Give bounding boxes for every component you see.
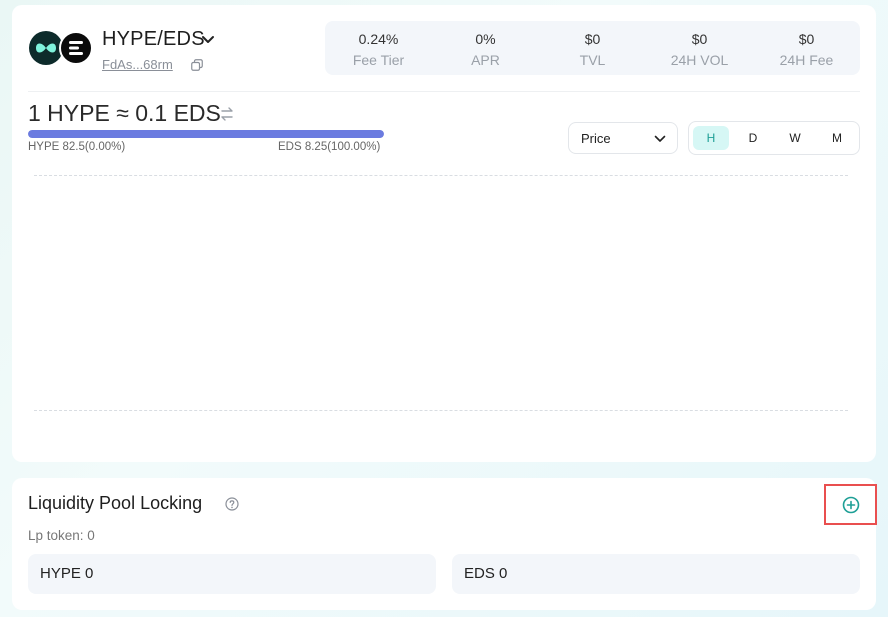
stat-value: 0.24% <box>358 31 399 47</box>
chart-type-value: Price <box>581 131 611 146</box>
stat-value: $0 <box>798 31 815 47</box>
stat-label: APR <box>471 52 500 68</box>
stat-value: $0 <box>691 31 708 47</box>
stat-label: TVL <box>579 52 606 68</box>
stat-apr: 0% APR <box>432 21 539 75</box>
chart-gridline <box>34 175 848 176</box>
price-ratio: 1 HYPE ≈ 0.1 EDS <box>28 100 221 126</box>
stat-24h-vol: $0 24H VOL <box>646 21 753 75</box>
liquidity-ratio-fill <box>28 130 384 138</box>
hype-token-icon <box>29 31 63 65</box>
liquidity-pool-locking-card: Liquidity Pool Locking Lp token: 0 HYPE … <box>12 478 877 610</box>
eds-locked-amount: EDS 0 <box>452 554 860 594</box>
stat-label: 24H Fee <box>779 52 834 68</box>
stat-24h-fee: $0 24H Fee <box>753 21 860 75</box>
chart-type-select[interactable]: Price <box>568 122 678 154</box>
lp-token-count: Lp token: 0 <box>28 528 95 543</box>
eds-amount-label: EDS 8.25(100.00%) <box>278 141 381 153</box>
add-lock-button[interactable] <box>824 484 877 525</box>
pool-address-link[interactable]: FdAs...68rm <box>102 57 173 72</box>
stat-value: $0 <box>584 31 601 47</box>
hype-locked-amount: HYPE 0 <box>28 554 436 594</box>
stat-tvl: $0 TVL <box>539 21 646 75</box>
chevron-down-icon[interactable] <box>200 32 216 48</box>
stat-label: 24H VOL <box>670 52 729 68</box>
time-range-selector: H D W M <box>688 121 860 155</box>
chart-gridline <box>34 410 848 411</box>
range-button-w[interactable]: W <box>777 126 813 150</box>
eds-token-icon <box>59 31 93 65</box>
plus-circle-icon <box>842 496 859 513</box>
stat-label: Fee Tier <box>352 52 405 68</box>
help-circle-icon[interactable] <box>225 497 239 511</box>
divider <box>28 91 860 92</box>
hype-amount-label: HYPE 82.5(0.00%) <box>28 141 126 153</box>
range-button-m[interactable]: M <box>819 126 855 150</box>
range-button-d[interactable]: D <box>735 126 771 150</box>
lp-section-title: Liquidity Pool Locking <box>28 493 203 513</box>
pair-title[interactable]: HYPE/EDS <box>102 28 205 51</box>
stat-value: 0% <box>475 31 496 47</box>
pool-stats-bar: 0.24% Fee Tier 0% APR $0 TVL $0 24H VOL … <box>325 21 860 75</box>
stat-fee-tier: 0.24% Fee Tier <box>325 21 432 75</box>
swap-direction-icon[interactable] <box>219 106 235 122</box>
range-button-h[interactable]: H <box>693 126 729 150</box>
liquidity-ratio-bar <box>28 130 384 138</box>
chevron-down-icon <box>654 135 666 142</box>
copy-icon[interactable] <box>191 59 203 71</box>
pool-overview-card: HYPE/EDS FdAs...68rm 0.24% Fee Tier 0% A… <box>12 5 876 462</box>
token-pair-icons <box>29 31 95 65</box>
